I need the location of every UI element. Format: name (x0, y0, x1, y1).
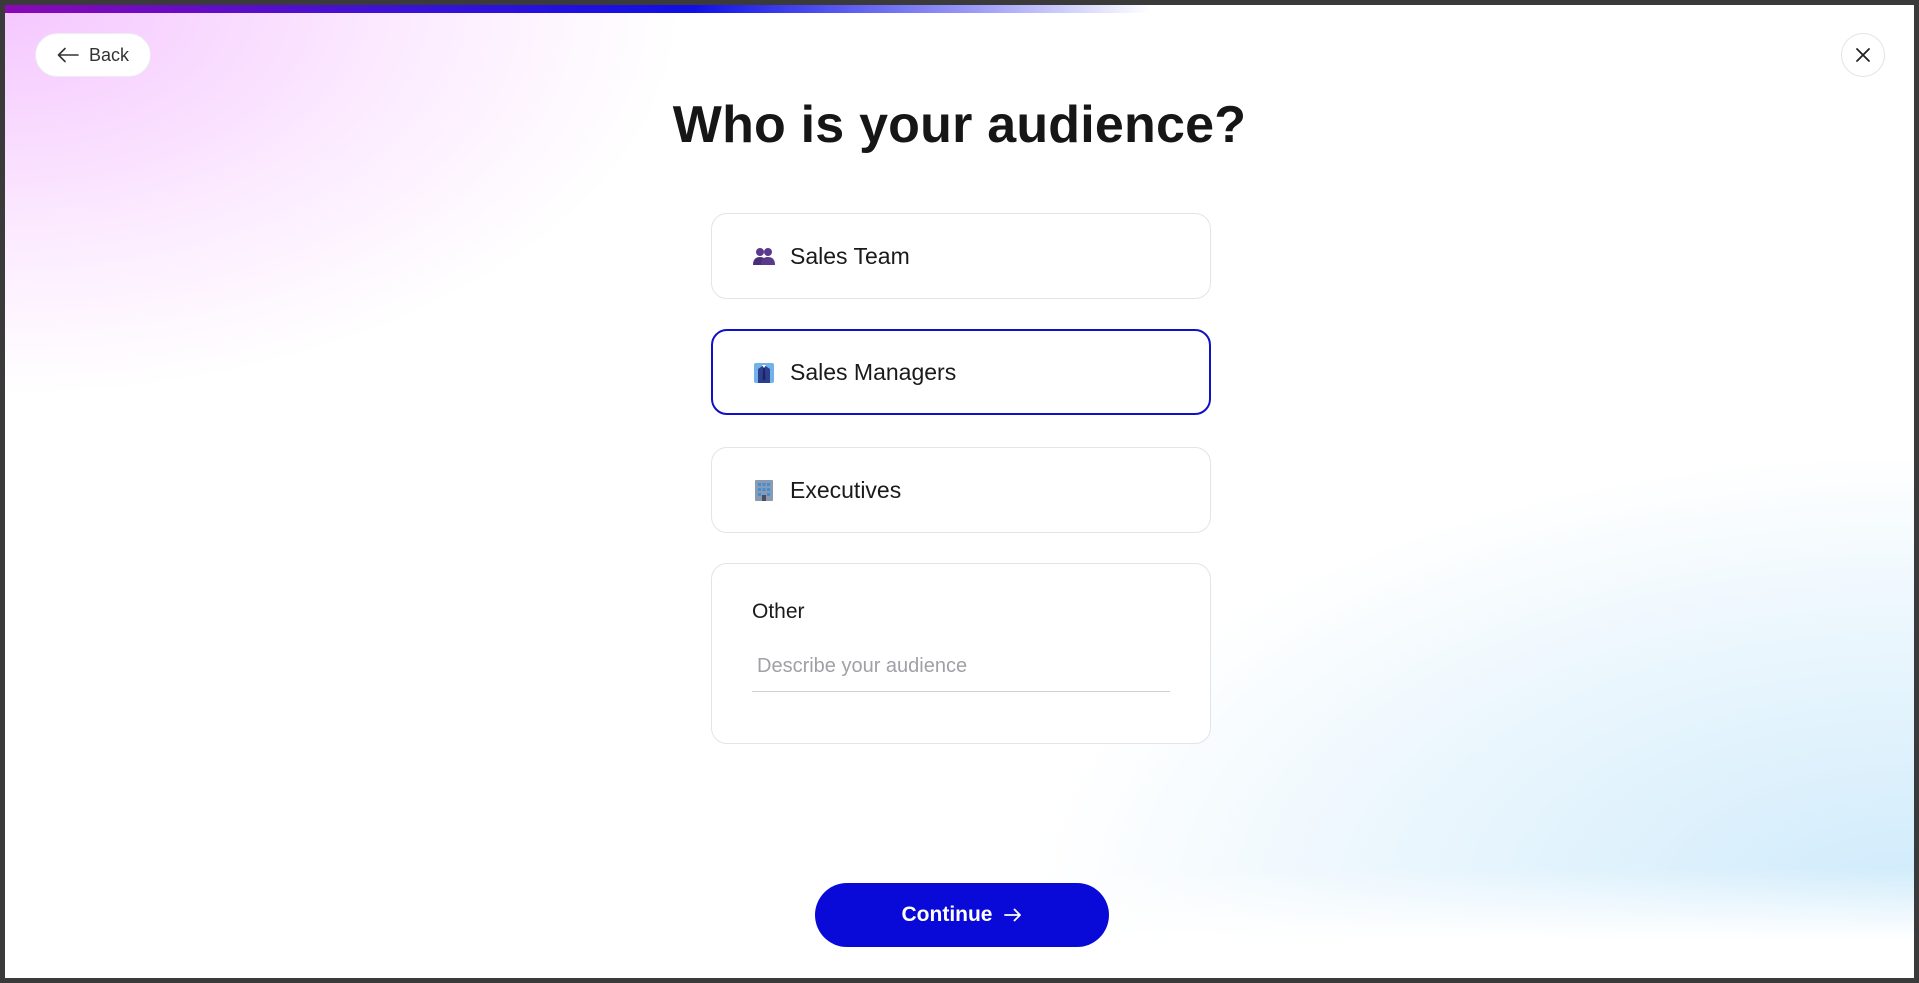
continue-button-label: Continue (901, 903, 993, 926)
arrow-right-icon (1004, 908, 1022, 922)
progress-bar (5, 5, 1914, 13)
option-sales-managers[interactable]: Sales Managers (711, 329, 1211, 415)
option-label: Sales Team (790, 242, 910, 269)
back-button-label: Back (88, 44, 130, 65)
continue-button[interactable]: Continue (815, 883, 1109, 947)
option-executives[interactable]: Executives (711, 447, 1211, 533)
option-other[interactable]: Other (711, 563, 1211, 744)
businessperson-icon (754, 363, 774, 383)
back-button[interactable]: Back (35, 33, 151, 77)
option-label: Sales Managers (790, 358, 957, 385)
progress-fill (5, 5, 1151, 13)
option-sales-team[interactable]: Sales Team (711, 213, 1211, 299)
app-frame: Back Who is your audience? Sales Team Sa… (5, 5, 1914, 978)
other-audience-input[interactable] (752, 642, 1170, 692)
page-title: Who is your audience? (672, 96, 1247, 154)
people-icon (753, 248, 775, 265)
arrow-left-icon (57, 47, 79, 63)
close-button[interactable] (1841, 33, 1885, 77)
close-icon (1856, 48, 1870, 62)
option-label: Executives (790, 476, 902, 503)
other-label: Other (752, 600, 805, 623)
office-building-icon (755, 480, 773, 501)
